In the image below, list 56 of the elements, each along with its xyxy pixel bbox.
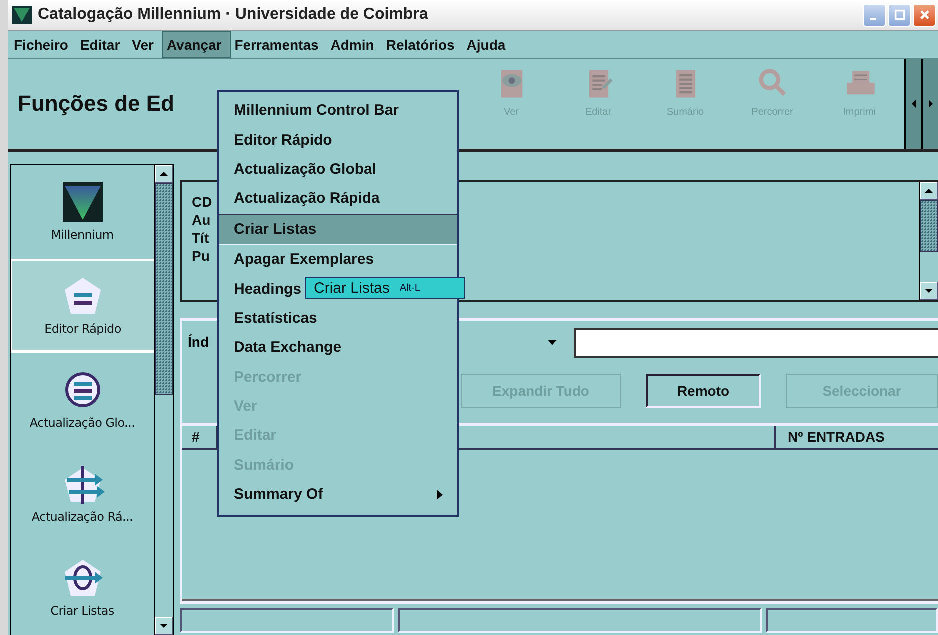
field-label: Pu [192, 248, 210, 265]
right-arrow-icon [928, 99, 934, 109]
sidebar-item[interactable]: Millennium [11, 165, 154, 259]
submenu-arrow-icon [437, 490, 443, 500]
sidebar-item[interactable]: Actualização Glo... [11, 353, 154, 448]
search-field[interactable] [574, 328, 938, 358]
sidebar-item[interactable]: Editor Rápido [11, 258, 154, 354]
menu-item[interactable]: Apagar Exemplares [219, 244, 457, 274]
field-label: CD [192, 194, 212, 211]
up-arrow-icon [924, 188, 934, 194]
scroll-down-button[interactable] [920, 282, 938, 300]
scrollbar-thumb[interactable] [920, 200, 938, 252]
action-button[interactable]: Remoto [646, 374, 761, 408]
menu-item[interactable]: Relatórios [382, 31, 463, 58]
left-arrow-icon [910, 99, 916, 109]
column-header: Nº ENTRADAS [787, 428, 886, 447]
dropdown-arrow-icon [548, 339, 557, 347]
window-title: Catalogação Millennium · Universidade de Coimbra [38, 6, 430, 24]
field-label: Tít [192, 230, 210, 247]
minimize-icon [870, 18, 876, 20]
app-logo-icon [12, 6, 32, 24]
menu-item[interactable]: Avançar [162, 31, 231, 58]
close-button[interactable] [913, 4, 936, 26]
field-label: Au [192, 212, 211, 229]
up-arrow-icon [159, 171, 169, 177]
menu-item[interactable]: Ficheiro [10, 31, 76, 58]
menu-item[interactable]: Criar Listas [219, 214, 457, 245]
tooltip-text: Criar Listas [314, 280, 390, 296]
maximize-icon [894, 9, 906, 21]
menu-item[interactable]: Millennium Control Bar [219, 96, 457, 126]
menu-item[interactable]: Estatísticas [219, 304, 457, 334]
scroll-up-button[interactable] [920, 182, 938, 200]
down-arrow-icon [159, 623, 169, 629]
menu-item[interactable]: Actualização Rápida [219, 184, 457, 214]
menu-item[interactable]: Editar [76, 31, 128, 58]
scroll-left-button[interactable] [904, 59, 921, 149]
scrollbar-thumb[interactable] [155, 183, 173, 395]
menu-item[interactable]: Ajuda [462, 31, 514, 58]
index-label: Índ [188, 334, 209, 350]
menu-item[interactable]: Editor Rápido [219, 125, 457, 155]
scroll-right-button[interactable] [921, 59, 938, 149]
millennium-logo-icon [60, 182, 104, 222]
menu-item[interactable]: Admin [326, 31, 382, 58]
menu-item[interactable]: Summary Of [219, 480, 457, 510]
sidebar-item[interactable]: Actualização Rá... [11, 447, 154, 541]
menu-item[interactable]: Data Exchange [219, 333, 457, 363]
scroll-up-button[interactable] [155, 165, 173, 183]
sidebar-item[interactable]: Criar Listas [11, 541, 154, 635]
scroll-down-button[interactable] [155, 617, 173, 635]
menu-item[interactable]: Ver [128, 31, 162, 58]
page-heading: Funções de Ed [18, 91, 174, 117]
menu-item[interactable]: Actualização Global [219, 154, 457, 184]
down-arrow-icon [924, 288, 934, 294]
menu-item[interactable]: Ferramentas [230, 31, 327, 58]
shortcut-text: Alt-L [400, 282, 420, 294]
close-icon [918, 9, 930, 21]
